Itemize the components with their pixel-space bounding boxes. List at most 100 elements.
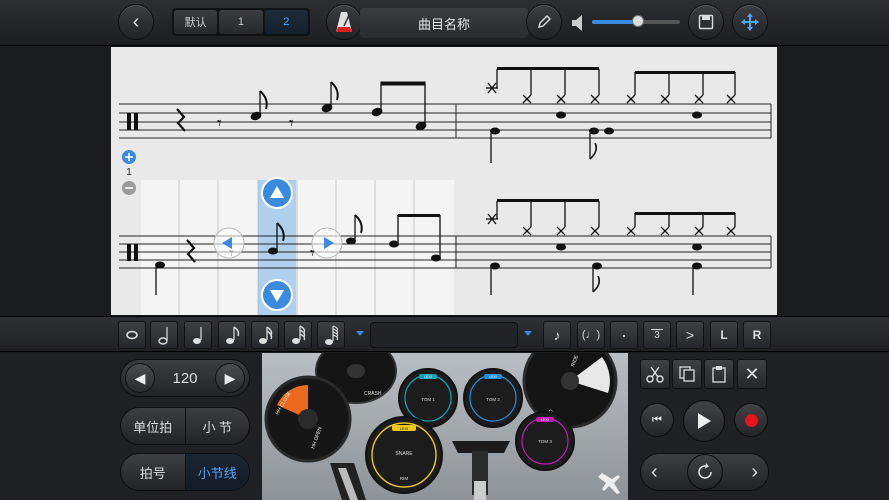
volume-thumb[interactable] <box>631 15 644 27</box>
tempo-decrease-button[interactable]: ◀ <box>125 363 155 393</box>
thirty-second-note-icon <box>292 325 306 344</box>
left-handle[interactable] <box>213 227 245 259</box>
tempo-increase-button[interactable]: ▶ <box>215 363 245 393</box>
grace-note-button[interactable]: ♪ <box>543 321 571 349</box>
notation-canvas: 𝄾 𝄾 𝄾 <box>119 67 772 315</box>
metronome-button[interactable] <box>326 4 362 40</box>
chevron-right-icon[interactable]: › <box>751 461 758 484</box>
sixty-fourth-note-icon <box>325 325 339 345</box>
back-button[interactable]: ‹ <box>118 4 154 40</box>
unit-beat-option[interactable]: 单位拍 <box>121 408 185 444</box>
barline-option[interactable]: 小节线 <box>185 454 249 490</box>
song-title-field[interactable]: 曲目名称 <box>360 8 528 38</box>
pad-tom-3-brand: LEXI <box>541 418 549 422</box>
sixty-fourth-note-button[interactable] <box>317 321 345 349</box>
time-sig-option[interactable]: 拍号 <box>121 454 185 490</box>
accent-button[interactable]: > <box>676 321 704 349</box>
dot-button[interactable]: · <box>610 321 638 349</box>
cut-button[interactable] <box>640 359 670 389</box>
ghost-note-button[interactable]: (♩) <box>577 321 605 349</box>
chevron-down-icon[interactable] <box>356 331 364 336</box>
row-counter: 1 <box>126 167 132 178</box>
edit-title-button[interactable] <box>526 4 562 40</box>
sixteenth-note-icon <box>259 326 273 344</box>
tempo-control: ◀ 120 ▶ <box>120 359 250 397</box>
record-button[interactable] <box>734 403 768 437</box>
triplet-label: 3 <box>651 329 663 341</box>
measure-1-notes: 𝄾 𝄾 <box>176 81 427 134</box>
skip-back-icon: ⏮ <box>652 413 662 426</box>
drum-kit-view[interactable]: CRASH HH CLOSE HH OPEN LEXI TOM 1 LEXI T… <box>262 353 628 500</box>
quarter-note-button[interactable] <box>184 321 212 349</box>
play-button[interactable] <box>683 400 725 442</box>
chevron-down-icon[interactable] <box>524 331 532 336</box>
navigation-control: ‹ › <box>640 453 769 491</box>
floppy-disk-icon <box>698 14 714 30</box>
pad-hh[interactable]: HH CLOSE HH OPEN <box>264 375 352 463</box>
note-toolbar: ♪ (♩) · 3 > L R <box>0 316 889 352</box>
pad-tom-3-label: TOM 3 <box>538 439 552 444</box>
pitch-up-handle[interactable] <box>261 177 293 209</box>
pad-tom-1-brand: LEXI <box>424 375 432 379</box>
quarter-note-icon <box>193 327 202 344</box>
volume-slider[interactable] <box>592 15 680 29</box>
beat-unit-toggle: 单位拍 小 节 <box>120 407 250 445</box>
pad-tom-2-label: TOM 2 <box>486 397 500 402</box>
move-button[interactable] <box>732 4 768 40</box>
note-options-dropdown[interactable] <box>370 322 518 348</box>
eighth-note-icon <box>226 326 240 344</box>
copy-button[interactable] <box>672 359 702 389</box>
right-hand-button[interactable]: R <box>743 321 771 349</box>
loop-icon <box>697 463 712 479</box>
half-note-button[interactable] <box>150 321 178 349</box>
right-handle[interactable] <box>311 227 343 259</box>
chevron-left-icon: ‹ <box>132 10 140 33</box>
loop-button[interactable] <box>686 454 723 490</box>
measure-2-notes <box>486 67 736 163</box>
triplet-button[interactable]: 3 <box>643 321 671 349</box>
whole-note-button[interactable] <box>118 321 146 349</box>
play-icon <box>698 413 711 429</box>
pad-rim-label: RIM <box>400 476 409 481</box>
triangle-right-icon: ▶ <box>224 369 236 386</box>
percussion-clef <box>127 113 131 130</box>
kick-pedal[interactable] <box>452 441 510 500</box>
pad-crash-left-label: CRASH <box>364 391 382 397</box>
pitch-down-handle[interactable] <box>261 279 293 311</box>
segment-1[interactable]: 1 <box>219 10 263 34</box>
clipboard-icon <box>712 366 726 383</box>
hh-pedal[interactable] <box>330 463 366 500</box>
segment-2[interactable]: 2 <box>264 10 308 34</box>
pad-tom-2[interactable]: LEXI TOM 2 <box>463 368 523 428</box>
copy-icon <box>679 366 695 382</box>
pad-tom-2-brand: LEXI <box>489 375 497 379</box>
top-bar: ‹ 默认 1 2 曲目名称 <box>0 0 889 46</box>
chevron-left-icon[interactable]: ‹ <box>651 461 658 484</box>
thirty-second-note-button[interactable] <box>284 321 312 349</box>
save-button[interactable] <box>688 4 724 40</box>
pad-tom-1-label: TOM 1 <box>421 397 435 402</box>
remove-row-button[interactable] <box>122 181 136 195</box>
volume-fill <box>592 20 638 24</box>
add-row-button[interactable] <box>122 150 136 164</box>
sixteenth-note-button[interactable] <box>251 321 279 349</box>
bottom-panel: ◀ 120 ▶ 单位拍 小 节 拍号 小节线 CRASH HH CLOSE HH… <box>0 353 889 500</box>
paste-button[interactable] <box>704 359 734 389</box>
pad-snare-brand: LEXI <box>400 426 409 431</box>
delete-button[interactable]: ✕ <box>737 359 767 389</box>
app-window: ‹ 默认 1 2 曲目名称 𝄾 𝄾 𝄾 1 ♪ (♩) · 3 > L R ◀ … <box>0 0 889 500</box>
pad-tom-3[interactable]: LEXI TOM 3 <box>515 411 575 471</box>
speaker-icon <box>572 15 582 31</box>
drum-kit-canvas: CRASH HH CLOSE HH OPEN LEXI TOM 1 LEXI T… <box>264 353 620 500</box>
triangle-left-icon: ◀ <box>134 369 146 386</box>
score-view[interactable]: 𝄾 𝄾 𝄾 1 <box>111 47 777 315</box>
left-hand-button[interactable]: L <box>710 321 738 349</box>
scissors-icon <box>646 366 664 383</box>
eighth-note-button[interactable] <box>218 321 246 349</box>
rewind-button[interactable]: ⏮ <box>640 403 674 437</box>
metronome-icon <box>336 12 352 32</box>
segment-default[interactable]: 默认 <box>174 10 218 34</box>
pad-snare-label: SNARE <box>395 451 413 457</box>
pad-snare[interactable]: LEXI SNARE RIM <box>365 416 443 494</box>
measure-option[interactable]: 小 节 <box>186 408 250 444</box>
